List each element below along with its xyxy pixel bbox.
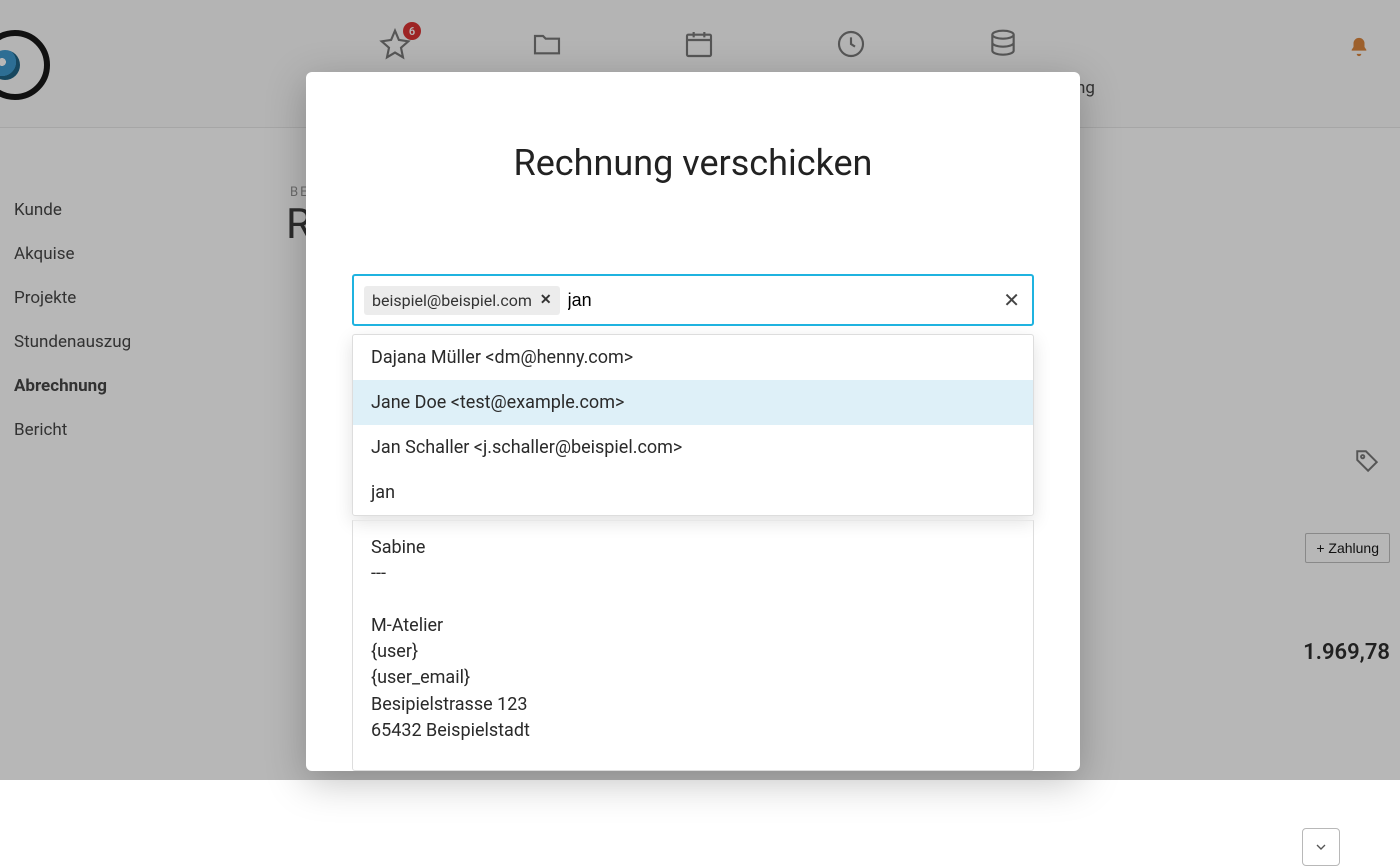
- autocomplete-item[interactable]: Dajana Müller <dm@henny.com>: [353, 335, 1033, 380]
- recipient-input[interactable]: [568, 290, 1022, 311]
- recipient-chip-label: beispiel@beispiel.com: [372, 291, 532, 310]
- email-body-preview[interactable]: Sabine --- M-Atelier {user} {user_email}…: [352, 520, 1034, 771]
- autocomplete-list: Dajana Müller <dm@henny.com> Jane Doe <t…: [352, 334, 1034, 516]
- autocomplete-item[interactable]: jan: [353, 470, 1033, 515]
- modal-title: Rechnung verschicken: [306, 142, 1080, 184]
- recipient-field[interactable]: beispiel@beispiel.com ✕ ✕: [352, 274, 1034, 326]
- clear-input-icon[interactable]: ✕: [1003, 288, 1020, 312]
- autocomplete-item[interactable]: Jane Doe <test@example.com>: [353, 380, 1033, 425]
- remove-chip-icon[interactable]: ✕: [540, 292, 552, 308]
- dropdown-toggle[interactable]: [1302, 828, 1340, 866]
- autocomplete-item[interactable]: Jan Schaller <j.schaller@beispiel.com>: [353, 425, 1033, 470]
- send-invoice-modal: Rechnung verschicken beispiel@beispiel.c…: [306, 72, 1080, 771]
- recipient-chip[interactable]: beispiel@beispiel.com ✕: [364, 286, 560, 315]
